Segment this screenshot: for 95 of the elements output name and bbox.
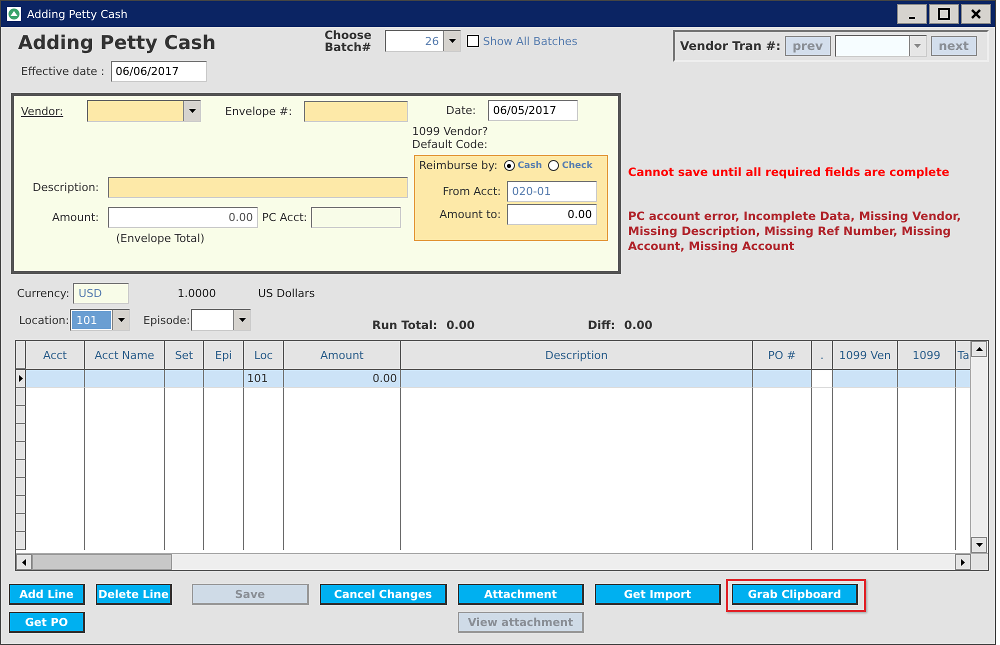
effective-date-label: Effective date : — [21, 65, 104, 78]
table-cell — [956, 370, 970, 388]
form-heading: Adding Petty Cash — [18, 32, 217, 54]
scroll-up-icon — [976, 347, 982, 351]
action-button[interactable]: Grab Clipboard — [732, 584, 858, 605]
description-label: Description: — [32, 181, 99, 194]
scroll-left-icon — [22, 558, 26, 566]
warning-message: Cannot save until all required fields are complete — [628, 165, 950, 179]
vendor-label: Vendor: — [20, 104, 64, 118]
dropdown-arrow-icon — [238, 318, 246, 322]
dropdown-arrow-icon — [118, 318, 125, 322]
close-button[interactable] — [961, 4, 991, 24]
dropdown-arrow-icon — [914, 44, 922, 48]
date-label: Date: — [446, 104, 476, 117]
1099-vendor-label: 1099 Vendor? — [412, 125, 489, 138]
column-header[interactable]: Description — [401, 341, 753, 369]
effective-date-field[interactable]: 06/06/2017 — [110, 61, 206, 82]
amount-field[interactable]: 0.00 — [108, 207, 258, 228]
dropdown-arrow-icon — [188, 109, 196, 113]
column-header[interactable]: PO # — [753, 341, 812, 369]
batch-dropdown[interactable]: 26 — [385, 30, 461, 52]
description-field[interactable] — [108, 177, 408, 198]
action-button[interactable]: Delete Line — [96, 584, 172, 605]
dropdown-arrow-icon — [448, 39, 456, 43]
from-acct-field[interactable]: 020-01 — [507, 181, 597, 202]
column-header[interactable]: Loc — [244, 341, 284, 369]
table-cell — [753, 370, 812, 388]
scrollbar-thumb[interactable] — [32, 554, 172, 570]
grid-row[interactable]: 101 0.00 — [16, 370, 970, 388]
maximize-button[interactable] — [929, 4, 959, 24]
app-icon — [7, 7, 21, 21]
batch-label: Choose Batch# — [323, 30, 373, 53]
table-cell: 101 — [244, 370, 284, 388]
table-cell — [165, 370, 204, 388]
scroll-down-icon — [976, 543, 982, 547]
action-button[interactable]: Attachment — [458, 584, 584, 605]
location-label: Location: — [19, 314, 70, 326]
diff-label: Diff: — [588, 318, 616, 332]
action-button[interactable]: Get Import — [595, 584, 721, 605]
amount-label: Amount: — [51, 211, 99, 224]
table-cell — [26, 370, 85, 388]
action-button[interactable]: Get PO — [9, 612, 85, 633]
action-button[interactable]: Add Line — [9, 584, 85, 605]
vendor-tran-dropdown[interactable] — [834, 35, 927, 57]
column-header[interactable]: Acct Name — [85, 341, 165, 369]
column-header[interactable]: Set — [165, 341, 204, 369]
error-message: PC account error, Incomplete Data, Missing Vendor, Missing Description, Missing Ref Number, Missing Account, Missing Account — [628, 209, 962, 254]
envelope-total-label: (Envelope Total) — [116, 232, 206, 245]
window-title: Adding Petty Cash — [27, 8, 128, 20]
column-header[interactable]: 1099 — [898, 341, 956, 369]
scroll-right-icon — [961, 558, 965, 566]
column-header[interactable]: Epi — [204, 341, 244, 369]
episode-dropdown[interactable] — [191, 309, 252, 331]
run-total-value: 0.00 — [446, 318, 475, 332]
amount-to-label: Amount to: — [438, 208, 501, 221]
current-row-icon — [18, 375, 22, 382]
reimburse-radio[interactable]: Cash — [504, 160, 542, 171]
vendor-dropdown[interactable] — [87, 100, 201, 122]
reimburse-by-label: Reimburse by: — [419, 159, 498, 172]
column-header[interactable]: Acct — [26, 341, 85, 369]
reimburse-radio[interactable]: Check — [548, 160, 592, 171]
amount-to-field[interactable]: 0.00 — [507, 204, 597, 225]
run-total-label: Run Total: — [372, 318, 438, 332]
currency-name: US Dollars — [258, 287, 315, 300]
date-field[interactable]: 06/05/2017 — [488, 100, 578, 121]
table-cell — [204, 370, 244, 388]
location-dropdown[interactable]: 101 — [70, 309, 130, 331]
scrollbar-corner — [971, 554, 988, 570]
default-code-label: Default Code: — [412, 138, 489, 151]
from-acct-label: From Acct: — [442, 185, 501, 198]
envelope-number-field[interactable] — [304, 100, 408, 122]
column-header[interactable]: . — [812, 341, 833, 369]
table-cell — [812, 370, 833, 388]
vertical-scrollbar[interactable] — [970, 341, 988, 553]
horizontal-scrollbar[interactable] — [16, 553, 988, 570]
table-cell — [833, 370, 898, 388]
currency-label: Currency: — [17, 287, 70, 300]
column-header[interactable]: 1099 Ven — [833, 341, 898, 369]
row-header[interactable] — [16, 370, 26, 388]
table-cell: 0.00 — [284, 370, 401, 388]
episode-label: Episode: — [143, 314, 190, 326]
close-icon — [970, 8, 982, 20]
pc-acct-field[interactable] — [311, 207, 402, 228]
pc-acct-label: PC Acct: — [262, 211, 308, 224]
action-button[interactable]: Cancel Changes — [320, 584, 447, 605]
show-all-batches-checkbox[interactable]: Show All Batches — [467, 30, 578, 52]
diff-value: 0.00 — [624, 318, 653, 332]
minimize-icon — [909, 17, 915, 19]
table-cell — [898, 370, 956, 388]
currency-field[interactable]: USD — [73, 283, 130, 304]
column-header[interactable]: Amount — [284, 341, 401, 369]
maximize-icon — [938, 8, 950, 20]
exchange-rate: 1.0000 — [177, 287, 216, 300]
envelope-number-label: Envelope #: — [225, 104, 292, 118]
vendor-tran-label: Vendor Tran #: — [680, 39, 781, 53]
